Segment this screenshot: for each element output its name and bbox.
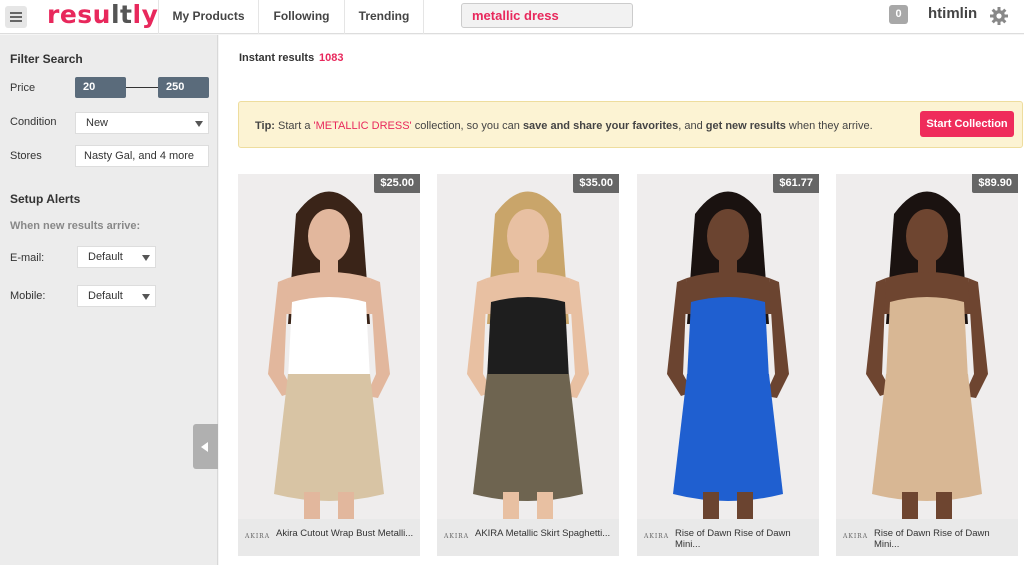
nav-my-products[interactable]: My Products <box>158 0 258 34</box>
gear-icon[interactable] <box>989 6 1009 26</box>
mobile-alert-value: Default <box>88 290 123 302</box>
nav-following[interactable]: Following <box>258 0 344 34</box>
price-range-track[interactable] <box>126 87 158 88</box>
brand-logo: AKIRA <box>444 533 470 540</box>
mobile-label: Mobile: <box>10 290 46 302</box>
collapse-sidebar-button[interactable] <box>193 424 218 469</box>
price-min-handle[interactable]: 20 <box>75 77 126 98</box>
product-title[interactable]: Akira Cutout Wrap Bust Metalli... <box>276 528 414 539</box>
tip-banner: Tip: Start a 'METALLIC DRESS' collection… <box>238 101 1023 148</box>
product-caption[interactable]: AKIRA AKIRA Metallic Skirt Spaghetti... <box>437 519 619 556</box>
results-count: 1083 <box>319 52 344 64</box>
product-card[interactable]: $89.90 AKIRA Rise of Dawn Rise of Dawn Min… <box>836 174 1018 556</box>
filter-sidebar: Filter Search Price 20 250 Condition New… <box>0 35 218 565</box>
tip-part2: collection, so you can <box>411 120 523 132</box>
username-link[interactable]: htimlin <box>928 5 977 22</box>
results-panel: Instant results 1083 Tip: Start a 'METAL… <box>219 35 1024 565</box>
product-title[interactable]: AKIRA Metallic Skirt Spaghetti... <box>475 528 613 539</box>
instant-results-label: Instant results <box>239 52 315 64</box>
price-label: Price <box>10 82 36 94</box>
email-alert-select[interactable]: Default <box>77 246 156 268</box>
product-caption[interactable]: AKIRA Akira Cutout Wrap Bust Metalli... <box>238 519 420 556</box>
product-card[interactable]: $35.00 AKIRA AKIRA Metallic Skirt Spaghett… <box>437 174 619 556</box>
stores-label: Stores <box>10 150 42 162</box>
start-collection-button[interactable]: Start Collection <box>920 111 1014 137</box>
chevron-down-icon <box>195 121 203 127</box>
email-alert-value: Default <box>88 251 123 263</box>
tip-bold2: get new results <box>705 120 786 132</box>
product-price: $25.00 <box>374 174 420 193</box>
tip-prefix: Tip: <box>255 120 275 132</box>
mobile-alert-select[interactable]: Default <box>77 285 156 307</box>
hamburger-menu-icon[interactable] <box>5 6 27 28</box>
product-title[interactable]: Rise of Dawn Rise of Dawn Mini... <box>675 528 813 550</box>
brand-logo: AKIRA <box>644 533 670 540</box>
product-card[interactable]: $25.00 AKIRA Akira Cutout Wrap Bust Metall… <box>238 174 420 556</box>
brand-logo: AKIRA <box>245 533 271 540</box>
setup-alerts-heading: Setup Alerts <box>10 192 81 206</box>
stores-value: Nasty Gal, and 4 more <box>84 150 195 162</box>
tip-bold1: save and share your favorites <box>522 120 679 132</box>
email-label: E-mail: <box>10 252 45 264</box>
chevron-down-icon <box>142 294 150 300</box>
product-caption[interactable]: AKIRA Rise of Dawn Rise of Dawn Mini... <box>637 519 819 556</box>
alerts-subtitle: When new results arrive: <box>10 220 141 232</box>
tip-part3: , and <box>678 120 706 132</box>
product-photo[interactable] <box>437 174 619 519</box>
condition-label: Condition <box>10 116 57 128</box>
condition-value: New <box>86 117 109 129</box>
price-max-handle[interactable]: 250 <box>158 77 209 98</box>
product-photo[interactable] <box>637 174 819 519</box>
notification-badge[interactable]: 0 <box>889 5 908 24</box>
product-price: $89.90 <box>972 174 1018 193</box>
tip-part1: Start a <box>278 120 314 132</box>
tip-highlight: 'METALLIC DRESS' <box>313 120 412 132</box>
search-input[interactable] <box>461 3 633 28</box>
stores-field[interactable]: Nasty Gal, and 4 more <box>75 145 209 167</box>
product-price: $35.00 <box>573 174 619 193</box>
product-photo[interactable] <box>238 174 420 519</box>
product-title[interactable]: Rise of Dawn Rise of Dawn Mini... <box>874 528 1012 550</box>
product-caption[interactable]: AKIRA Rise of Dawn Rise of Dawn Mini... <box>836 519 1018 556</box>
product-card[interactable]: $61.77 AKIRA Rise of Dawn Rise of Dawn Min… <box>637 174 819 556</box>
tip-part4: when they arrive. <box>785 120 873 132</box>
top-bar: resultly My Products Following Trending … <box>0 0 1024 34</box>
tip-text: Tip: Start a 'METALLIC DRESS' collection… <box>255 120 873 132</box>
filter-search-heading: Filter Search <box>10 52 83 66</box>
product-price: $61.77 <box>773 174 819 193</box>
brand-logo: AKIRA <box>843 533 869 540</box>
product-photo[interactable] <box>836 174 1018 519</box>
chevron-down-icon <box>142 255 150 261</box>
condition-select[interactable]: New <box>75 112 209 134</box>
logo[interactable]: resultly <box>47 0 158 34</box>
nav-trending[interactable]: Trending <box>344 0 424 34</box>
